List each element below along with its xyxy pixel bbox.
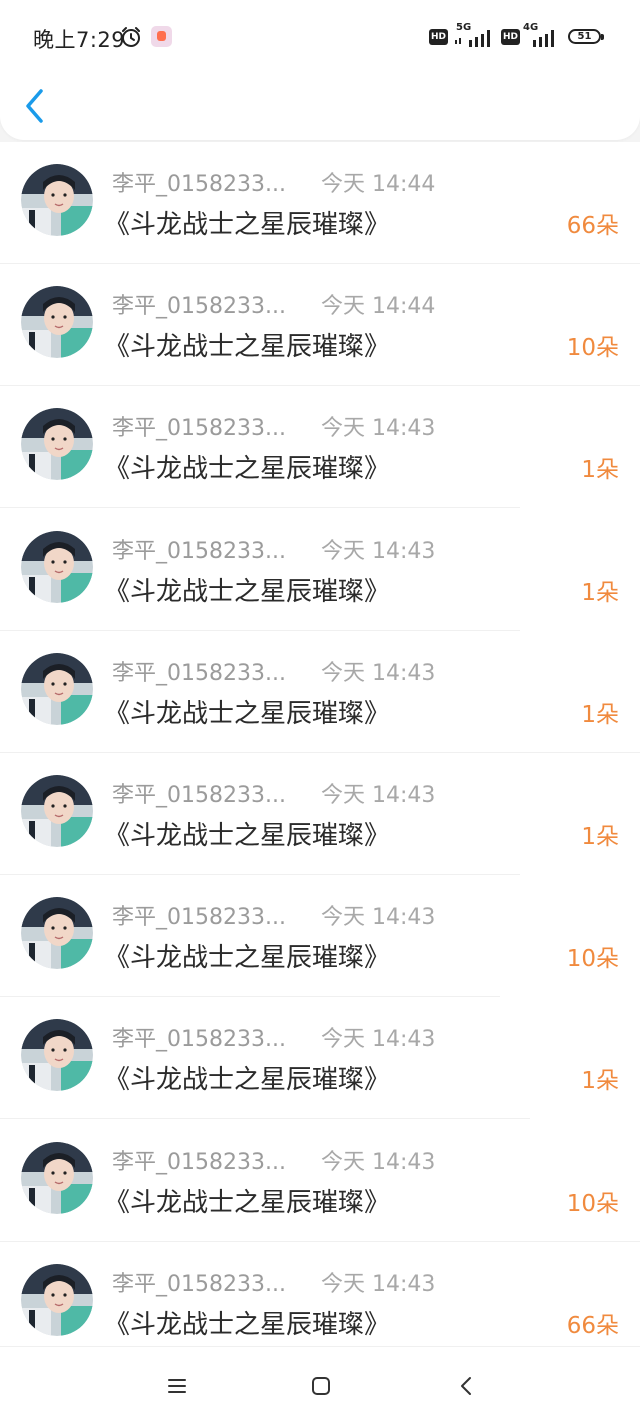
avatar[interactable] [21, 652, 93, 725]
sender-name: 李平_0158233... [112, 1149, 286, 1175]
sender-name: 李平_0158233... [112, 172, 286, 197]
avatar[interactable] [21, 775, 93, 847]
system-navigation-bar [0, 1346, 640, 1423]
status-bar: 晚上7:29 HD 5G HD 4G 51 [0, 0, 640, 76]
sender-name: 李平_0158233... [112, 1271, 286, 1297]
gift-time: 今天 14:43 [321, 416, 436, 442]
sender-name: 李平_0158233... [112, 294, 286, 320]
gift-amount: 1朵 [581, 457, 619, 484]
gift-record-row[interactable]: 李平_0158233... 今天 14:43 《斗龙战士之星辰璀璨》 10朵 [0, 875, 640, 998]
back-button[interactable] [20, 86, 50, 126]
gift-record-row[interactable]: 李平_0158233... 今天 14:43 《斗龙战士之星辰璀璨》 1朵 [0, 386, 640, 509]
signal-strength-icon-2 [533, 30, 554, 47]
gift-record-row[interactable]: 李平_0158233... 今天 14:43 《斗龙战士之星辰璀璨》 1朵 [0, 631, 640, 753]
avatar[interactable] [21, 408, 93, 481]
book-title: 《斗龙战士之星辰璀璨》 [104, 332, 391, 363]
gift-amount: 10朵 [566, 946, 619, 973]
home-button[interactable] [306, 1371, 336, 1401]
gift-record-row[interactable]: 李平_0158233... 今天 14:43 《斗龙战士之星辰璀璨》 10朵 [0, 1120, 640, 1242]
book-title: 《斗龙战士之星辰璀璨》 [104, 698, 391, 729]
book-title: 《斗龙战士之星辰璀璨》 [104, 210, 391, 240]
sender-name: 李平_0158233... [112, 538, 286, 564]
gift-amount: 66朵 [566, 1312, 619, 1339]
gift-record-row[interactable]: 李平_0158233... 今天 14:43 《斗龙战士之星辰璀璨》 66朵 [0, 1242, 640, 1346]
sender-name: 李平_0158233... [112, 416, 286, 442]
book-title: 《斗龙战士之星辰璀璨》 [104, 1187, 391, 1218]
gift-record-row[interactable]: 李平_0158233... 今天 14:43 《斗龙战士之星辰璀璨》 1朵 [0, 997, 640, 1120]
hd-badge-1: HD [429, 29, 448, 45]
gift-time: 今天 14:43 [321, 1149, 436, 1175]
book-title: 《斗龙战士之星辰璀璨》 [104, 1065, 391, 1096]
signal-strength-icon-1 [455, 30, 490, 47]
home-square-icon [312, 1377, 330, 1395]
sender-name: 李平_0158233... [112, 1027, 286, 1053]
menu-button[interactable] [162, 1371, 192, 1401]
gift-amount: 1朵 [581, 579, 619, 606]
avatar[interactable] [21, 286, 93, 359]
app-notification-icon [151, 26, 172, 47]
sender-name: 李平_0158233... [112, 660, 286, 686]
gift-time: 今天 14:43 [321, 660, 436, 686]
battery-tip [601, 34, 604, 40]
book-title: 《斗龙战士之星辰璀璨》 [104, 943, 391, 974]
book-title: 《斗龙战士之星辰璀璨》 [104, 576, 391, 607]
avatar[interactable] [21, 1019, 93, 1092]
avatar[interactable] [21, 164, 93, 236]
gift-record-list: 李平_0158233... 今天 14:44 《斗龙战士之星辰璀璨》 66朵 李平_01… [0, 142, 640, 1346]
gift-amount: 10朵 [566, 1190, 619, 1217]
hd-badge-2: HD [501, 29, 520, 45]
gift-time: 今天 14:43 [321, 905, 436, 931]
gift-time: 今天 14:43 [321, 1271, 436, 1297]
book-title: 《斗龙战士之星辰璀璨》 [104, 1309, 391, 1340]
book-title: 《斗龙战士之星辰璀璨》 [104, 454, 391, 485]
gift-record-row[interactable]: 李平_0158233... 今天 14:44 《斗龙战士之星辰璀璨》 66朵 [0, 142, 640, 264]
back-triangle-icon [461, 1377, 471, 1395]
status-time: 晚上7:29 [33, 28, 126, 52]
gift-amount: 1朵 [581, 701, 619, 728]
gift-amount: 1朵 [581, 1068, 619, 1095]
gift-time: 今天 14:43 [321, 1027, 436, 1053]
chevron-left-icon [26, 89, 43, 123]
battery-indicator: 51 [568, 29, 601, 44]
gift-time: 今天 14:44 [321, 172, 436, 197]
sender-name: 李平_0158233... [112, 783, 286, 808]
top-header: 晚上7:29 HD 5G HD 4G 51 [0, 0, 640, 140]
gift-amount: 10朵 [566, 335, 619, 362]
menu-icon [168, 1379, 186, 1393]
sender-name: 李平_0158233... [112, 905, 286, 931]
system-back-button[interactable] [452, 1371, 482, 1401]
gift-record-row[interactable]: 李平_0158233... 今天 14:43 《斗龙战士之星辰璀璨》 1朵 [0, 509, 640, 631]
gift-record-row[interactable]: 李平_0158233... 今天 14:44 《斗龙战士之星辰璀璨》 10朵 [0, 264, 640, 387]
gift-time: 今天 14:43 [321, 538, 436, 564]
avatar[interactable] [21, 530, 93, 603]
gift-amount: 66朵 [566, 213, 619, 239]
book-title: 《斗龙战士之星辰璀璨》 [104, 821, 391, 851]
gift-time: 今天 14:43 [321, 783, 436, 808]
gift-time: 今天 14:44 [321, 294, 436, 320]
avatar[interactable] [21, 1141, 93, 1214]
alarm-clock-icon [119, 25, 143, 53]
avatar[interactable] [21, 897, 93, 970]
avatar[interactable] [21, 1263, 93, 1336]
gift-amount: 1朵 [581, 824, 619, 850]
gift-record-row[interactable]: 李平_0158233... 今天 14:43 《斗龙战士之星辰璀璨》 1朵 [0, 753, 640, 875]
